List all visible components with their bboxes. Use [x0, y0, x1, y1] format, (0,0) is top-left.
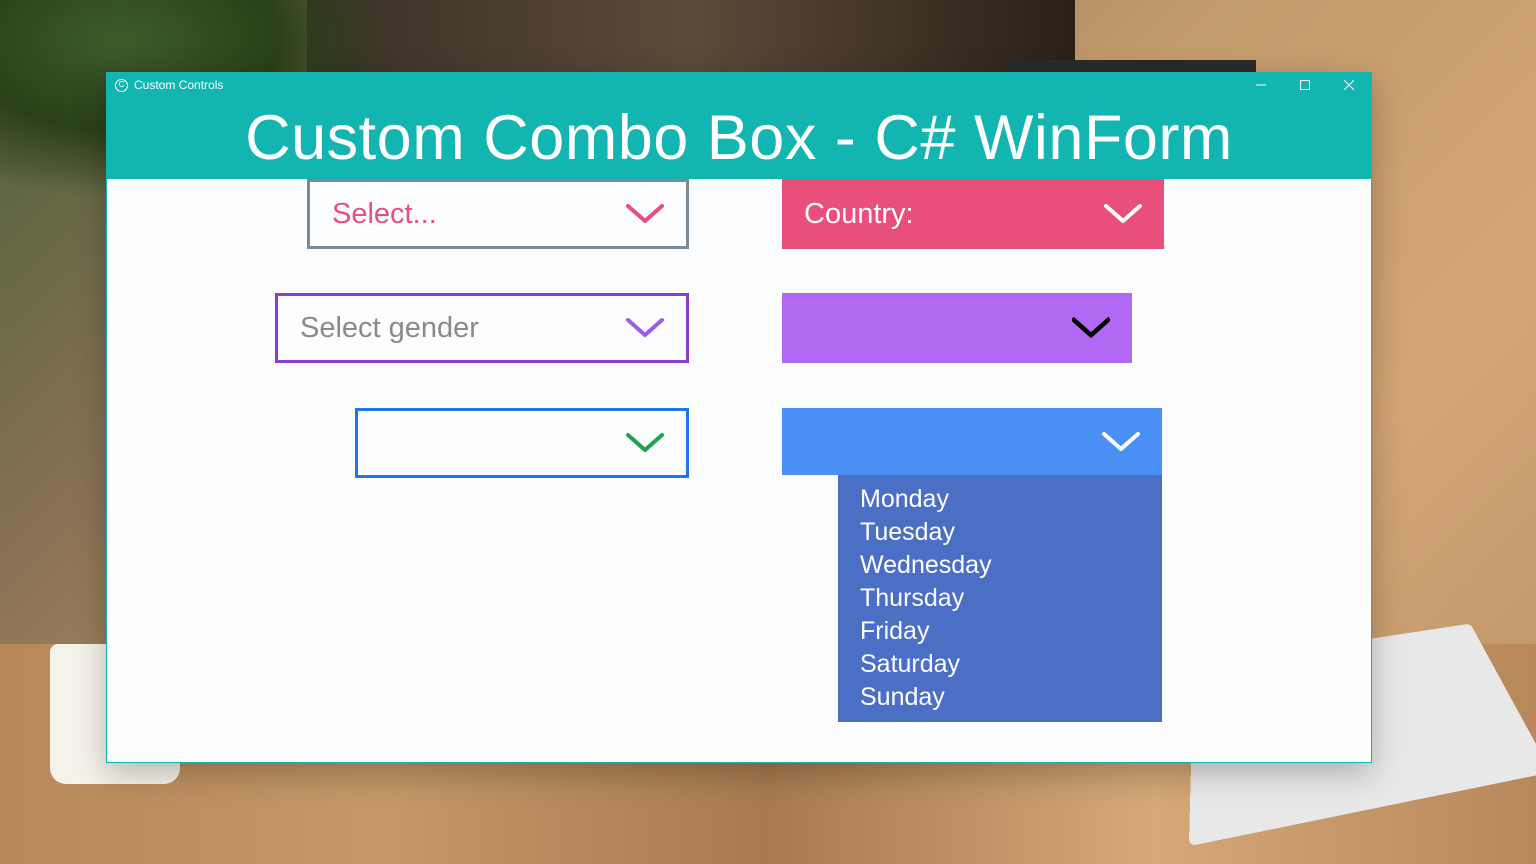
combobox-gender[interactable]: Select gender: [275, 293, 689, 363]
close-button[interactable]: [1327, 73, 1371, 97]
dropdown-item[interactable]: Friday: [838, 615, 1162, 648]
combobox-purple[interactable]: [782, 293, 1132, 363]
combobox-label: Country:: [804, 198, 914, 231]
combobox-label: Select...: [332, 198, 437, 231]
dropdown-item[interactable]: Tuesday: [838, 516, 1162, 549]
combobox-country[interactable]: Country:: [782, 179, 1164, 249]
combobox-day[interactable]: [782, 408, 1162, 475]
app-icon: C: [115, 79, 128, 92]
title-bar[interactable]: C Custom Controls: [107, 73, 1371, 97]
dropdown-item[interactable]: Monday: [838, 483, 1162, 516]
chevron-down-icon: [1104, 204, 1142, 224]
chevron-down-icon: [626, 318, 664, 338]
dropdown-item[interactable]: Sunday: [838, 681, 1162, 714]
chevron-down-icon: [626, 433, 664, 453]
dropdown-item[interactable]: Wednesday: [838, 549, 1162, 582]
chevron-down-icon: [626, 204, 664, 224]
chevron-down-icon: [1102, 432, 1140, 452]
page-title: Custom Combo Box - C# WinForm: [107, 97, 1371, 179]
minimize-button[interactable]: [1239, 73, 1283, 97]
window-controls: [1239, 73, 1371, 97]
dropdown-item[interactable]: Thursday: [838, 582, 1162, 615]
day-dropdown-list[interactable]: Monday Tuesday Wednesday Thursday Friday…: [838, 475, 1162, 722]
maximize-button[interactable]: [1283, 73, 1327, 97]
combobox-bluegreen[interactable]: [355, 408, 689, 478]
app-window: C Custom Controls Custom Combo Box - C# …: [106, 72, 1372, 763]
dropdown-item[interactable]: Saturday: [838, 648, 1162, 681]
combobox-select[interactable]: Select...: [307, 179, 689, 249]
combobox-label: Select gender: [300, 312, 479, 345]
window-title: Custom Controls: [134, 78, 223, 92]
chevron-down-icon: [1072, 318, 1110, 338]
